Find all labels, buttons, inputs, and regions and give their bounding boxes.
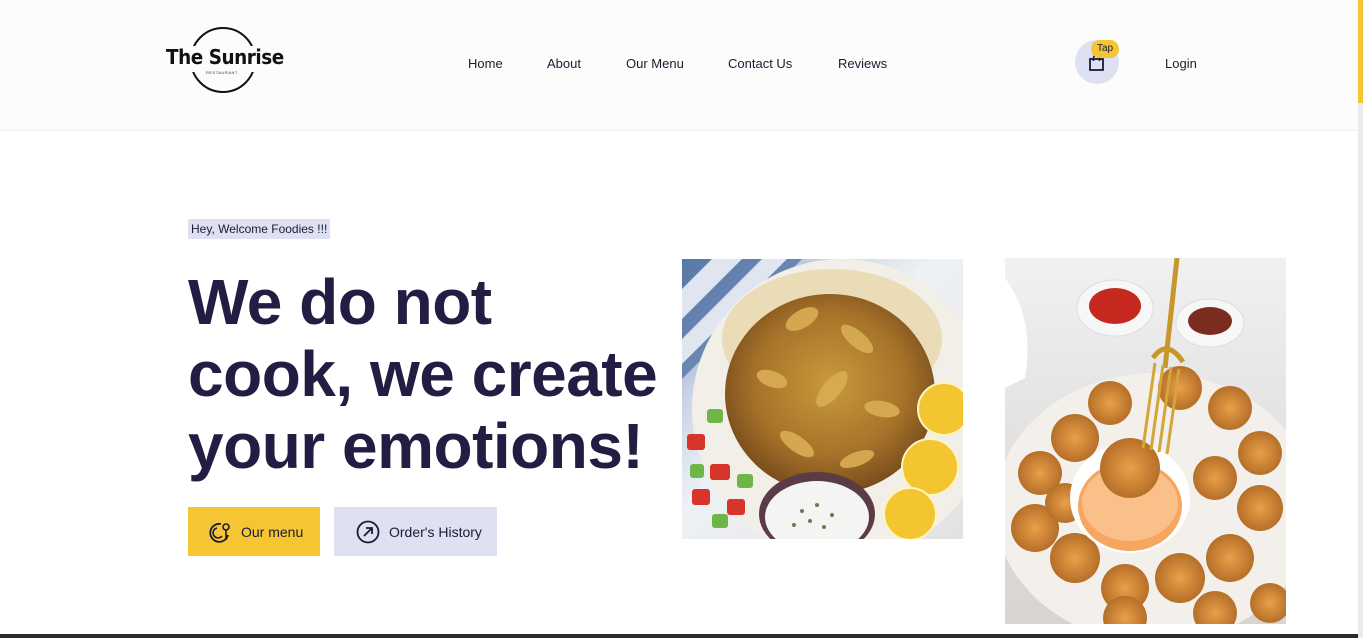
our-menu-button[interactable]: Our menu — [188, 507, 320, 556]
nav-contact-us[interactable]: Contact Us — [728, 56, 792, 71]
nav-our-menu[interactable]: Our Menu — [626, 56, 684, 71]
welcome-tagline: Hey, Welcome Foodies !!! — [188, 219, 331, 239]
logo[interactable]: The Sunrise RESTAURANT — [164, 26, 284, 98]
headline-line: your emotions! — [188, 410, 644, 482]
arrow-up-right-circle-icon — [356, 520, 380, 543]
nav-reviews[interactable]: Reviews — [838, 56, 887, 71]
cart-badge: Tap — [1091, 40, 1120, 58]
our-menu-label: Our menu — [241, 523, 304, 540]
site-header: The Sunrise RESTAURANT Home About Our Me… — [0, 0, 1358, 131]
page: The Sunrise RESTAURANT Home About Our Me… — [0, 0, 1363, 638]
scrollbar-thumb[interactable] — [1358, 0, 1363, 103]
nav-home[interactable]: Home — [468, 56, 503, 71]
order-history-button[interactable]: Order's History — [334, 507, 497, 556]
dish-icon — [209, 522, 230, 543]
headline-line: We do not — [188, 266, 492, 338]
logo-subtitle: RESTAURANT — [206, 70, 238, 75]
nav-about[interactable]: About — [547, 56, 581, 71]
login-link[interactable]: Login — [1165, 56, 1197, 71]
logo-text: The Sunrise — [166, 45, 284, 69]
hero-headline: We do not cook, we create your emotions! — [188, 266, 668, 482]
scrollbar[interactable] — [1358, 0, 1363, 638]
order-history-label: Order's History — [389, 523, 482, 540]
headline-line: cook, we create — [188, 338, 658, 410]
chicken-bites-image — [1005, 258, 1286, 624]
bottom-edge — [0, 634, 1358, 638]
shawarma-plate-image — [682, 259, 963, 539]
